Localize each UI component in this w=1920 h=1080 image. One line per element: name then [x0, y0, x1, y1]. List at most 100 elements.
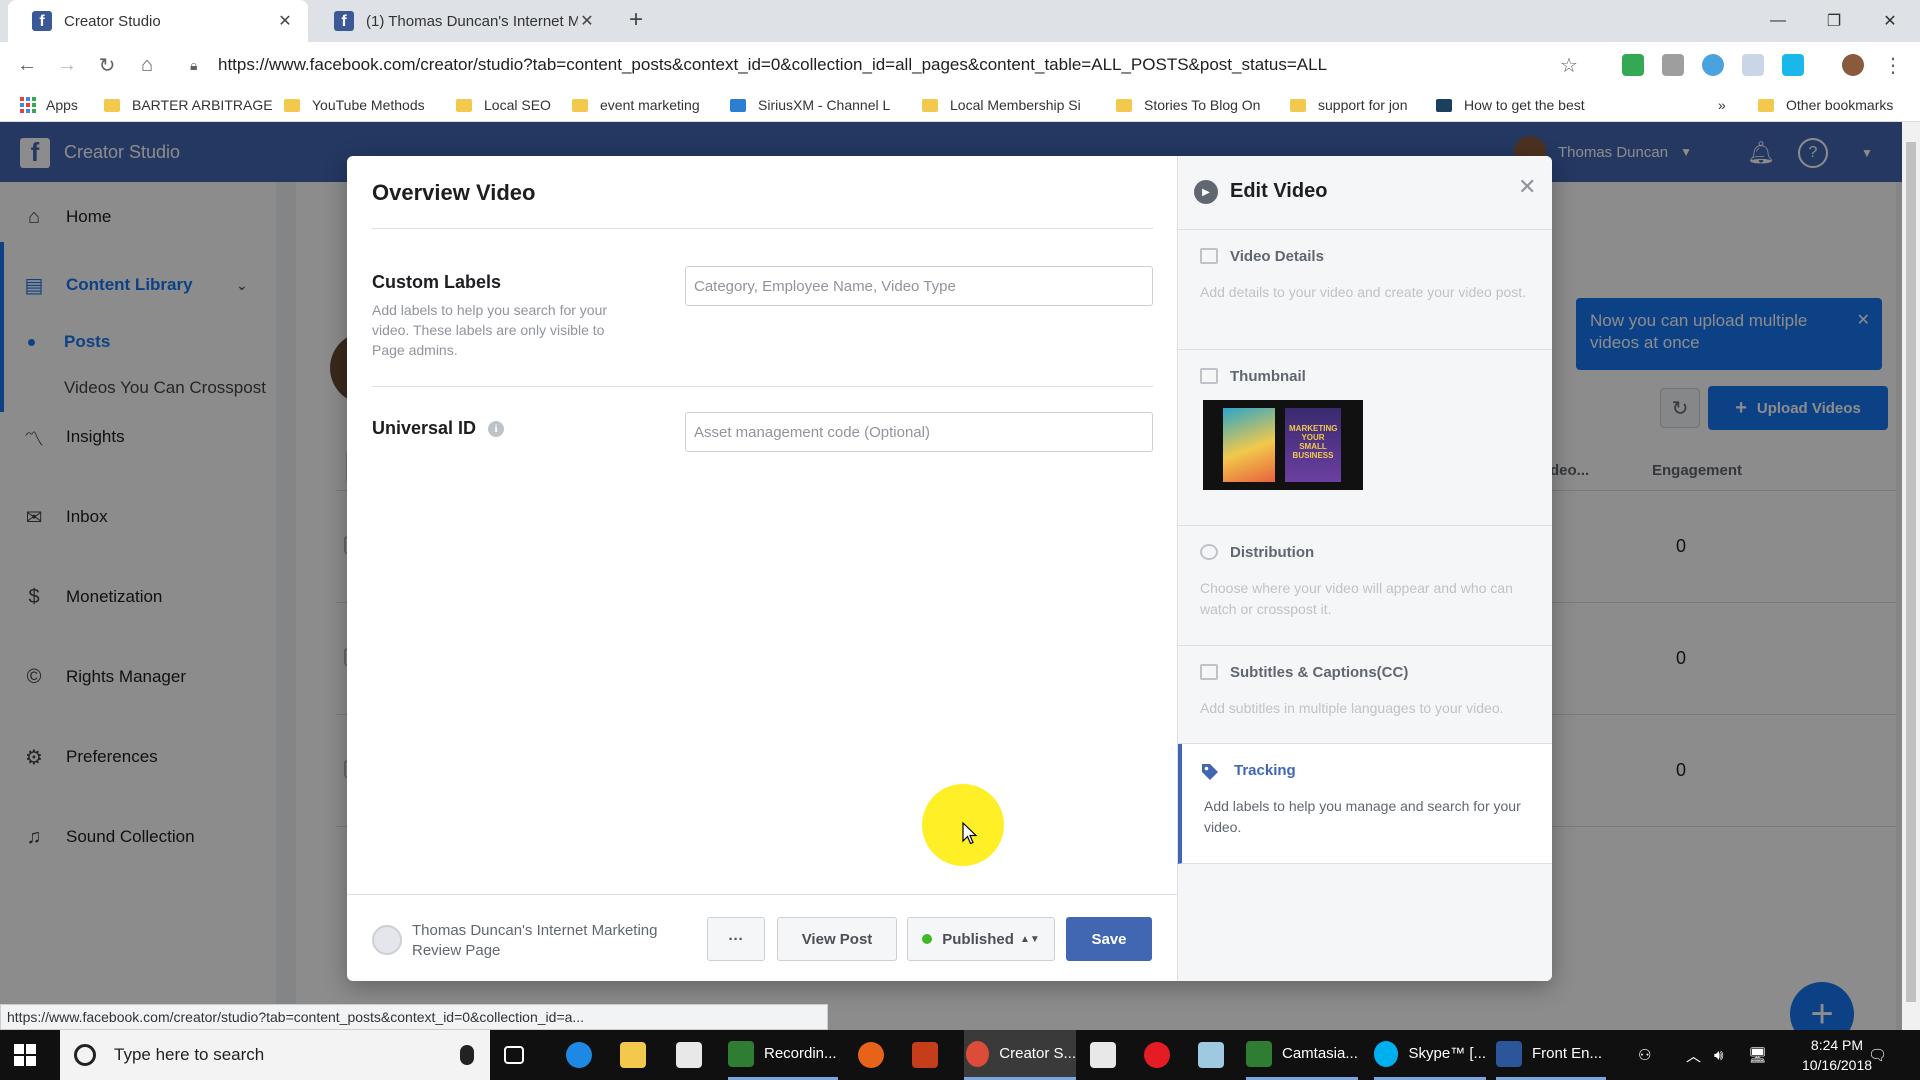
- site-favicon-icon: [1436, 98, 1452, 112]
- step-video-details[interactable]: Video Details Add details to your video …: [1178, 230, 1552, 350]
- step-distribution[interactable]: Distribution Choose where your video wil…: [1178, 526, 1552, 646]
- firefox-icon[interactable]: [858, 1030, 894, 1080]
- browser-tab-creator-studio[interactable]: f Creator Studio ✕: [8, 0, 308, 42]
- tray-chevron-icon[interactable]: ︿: [1686, 1030, 1701, 1080]
- step-description: Add labels to help you manage and search…: [1204, 798, 1521, 835]
- step-title: Distribution: [1230, 544, 1315, 561]
- opera-icon[interactable]: [1144, 1030, 1180, 1080]
- close-tab-icon[interactable]: ✕: [578, 11, 596, 31]
- modal-footer: Thomas Duncan's Internet Marketing Revie…: [347, 894, 1177, 981]
- page-scrollbar[interactable]: [1902, 122, 1920, 1030]
- close-window-button[interactable]: ✕: [1862, 0, 1918, 42]
- taskbar-search[interactable]: Type here to search: [60, 1030, 490, 1080]
- step-title: Subtitles & Captions(CC): [1230, 664, 1409, 681]
- scrollbar-thumb[interactable]: [1906, 142, 1916, 1002]
- taskbar-app-chrome[interactable]: Creator S...: [964, 1030, 1076, 1080]
- profile-avatar[interactable]: [1842, 54, 1864, 76]
- taskbar-app-label: Recordin...: [764, 1045, 837, 1062]
- address-bar[interactable]: 🔒︎ https://www.facebook.com/creator/stud…: [176, 48, 1594, 82]
- page-name: Thomas Duncan's Internet Marketing Revie…: [412, 922, 658, 959]
- publish-status-dropdown[interactable]: Published ▲▼: [907, 917, 1055, 961]
- facebook-favicon-icon: f: [334, 11, 354, 31]
- bookmark-folder[interactable]: YouTube Methods: [284, 94, 425, 116]
- tab-title: Creator Studio: [64, 12, 161, 30]
- bookmark-folder[interactable]: event marketing: [572, 94, 700, 116]
- bookmark-folder[interactable]: Local Membership Si: [922, 94, 1094, 116]
- minimize-window-button[interactable]: —: [1750, 0, 1806, 42]
- taskbar-app-label: Skype™ [...: [1408, 1045, 1486, 1062]
- page-avatar: [372, 925, 402, 955]
- close-tab-icon[interactable]: ✕: [276, 11, 294, 31]
- task-view-icon[interactable]: [504, 1030, 534, 1080]
- bookmarks-overflow-icon[interactable]: »: [1718, 94, 1726, 116]
- link-status-bar: https://www.facebook.com/creator/studio?…: [0, 1004, 828, 1030]
- powerpoint-icon[interactable]: [912, 1030, 948, 1080]
- restore-window-button[interactable]: ❐: [1806, 0, 1862, 42]
- taskbar-app-recording[interactable]: Recordin...: [728, 1030, 838, 1080]
- bookmark-folder[interactable]: Local SEO: [456, 94, 551, 116]
- more-options-button[interactable]: ···: [707, 917, 765, 961]
- onedrive-icon[interactable]: [1702, 54, 1724, 76]
- search-placeholder: Type here to search: [114, 1045, 265, 1064]
- divider: [372, 228, 1153, 229]
- extension-icon[interactable]: [1662, 54, 1684, 76]
- bookmark-label: Stories To Blog On: [1144, 97, 1261, 113]
- volume-icon[interactable]: 🔊︎: [1714, 1030, 1723, 1080]
- taskbar-app-label: Front En...: [1532, 1045, 1603, 1062]
- edit-video-title: Edit Video: [1230, 180, 1328, 202]
- taskbar-app-camtasia[interactable]: Camtasia...: [1246, 1030, 1358, 1080]
- universal-id-input[interactable]: [685, 412, 1153, 452]
- details-icon: [1200, 248, 1218, 264]
- bookmark-folder[interactable]: support for jon: [1290, 94, 1408, 116]
- network-icon[interactable]: 🖥︎: [1748, 1030, 1767, 1080]
- mail-icon[interactable]: [1090, 1030, 1126, 1080]
- step-subtitles[interactable]: Subtitles & Captions(CC) Add subtitles i…: [1178, 646, 1552, 744]
- folder-icon: [104, 98, 120, 112]
- thumbnail-preview[interactable]: MARKETING YOUR SMALL BUSINESS: [1203, 400, 1363, 490]
- file-explorer-icon[interactable]: [620, 1030, 656, 1080]
- skype-icon: [1374, 1040, 1399, 1067]
- bookmark-folder[interactable]: Stories To Blog On: [1116, 94, 1260, 116]
- reload-icon[interactable]: ↻: [92, 50, 122, 80]
- edge-icon[interactable]: [566, 1030, 602, 1080]
- microphone-icon[interactable]: [460, 1045, 474, 1065]
- image-icon: [1200, 368, 1218, 384]
- windows-start-icon[interactable]: [14, 1044, 36, 1066]
- bookmark-apps[interactable]: Apps: [20, 94, 78, 116]
- step-title: Video Details: [1230, 248, 1324, 265]
- new-tab-button[interactable]: +: [622, 6, 650, 34]
- home-icon[interactable]: ⌂: [132, 50, 162, 80]
- forward-icon[interactable]: →: [52, 50, 82, 80]
- edit-video-header: ▶ Edit Video ✕: [1178, 156, 1552, 230]
- bookmark-folder[interactable]: BARTER ARBITRAGE: [104, 94, 273, 116]
- facebook-favicon-icon: f: [32, 11, 52, 31]
- view-post-button[interactable]: View Post: [777, 917, 897, 961]
- bookmark-other[interactable]: Other bookmarks: [1758, 94, 1893, 116]
- store-icon[interactable]: [676, 1030, 712, 1080]
- url-text[interactable]: https://www.facebook.com/creator/studio?…: [218, 55, 1560, 75]
- extension-icon[interactable]: [1742, 54, 1764, 76]
- step-tracking[interactable]: Tracking Add labels to help you manage a…: [1178, 744, 1552, 864]
- action-center-icon[interactable]: 🗨︎: [1868, 1030, 1887, 1080]
- browser-tab-internet-marketing[interactable]: f (1) Thomas Duncan's Internet M ✕: [310, 0, 610, 42]
- browser-menu-icon[interactable]: ⋮: [1878, 50, 1908, 80]
- vimeo-icon[interactable]: [1782, 54, 1804, 76]
- info-icon[interactable]: i: [488, 420, 505, 437]
- save-button[interactable]: Save: [1066, 917, 1152, 961]
- step-title: Thumbnail: [1230, 368, 1306, 385]
- close-modal-icon[interactable]: ✕: [1518, 174, 1536, 200]
- bookmark-star-icon[interactable]: ☆: [1560, 53, 1584, 78]
- taskbar-app-word[interactable]: Front En...: [1496, 1030, 1606, 1080]
- siriusxm-icon: [730, 98, 746, 112]
- people-icon[interactable]: ⚇: [1638, 1030, 1651, 1080]
- bookmark-label: BARTER ARBITRAGE: [132, 97, 273, 113]
- step-title: Tracking: [1234, 762, 1296, 779]
- custom-labels-input[interactable]: [685, 266, 1153, 306]
- back-icon[interactable]: ←: [12, 50, 42, 80]
- bookmark-siriusxm[interactable]: SiriusXM - Channel L: [730, 94, 904, 116]
- extension-icon[interactable]: [1622, 54, 1644, 76]
- step-thumbnail[interactable]: Thumbnail MARKETING YOUR SMALL BUSINESS: [1178, 350, 1552, 526]
- notepad-icon[interactable]: [1198, 1030, 1234, 1080]
- taskbar-app-skype[interactable]: Skype™ [...: [1374, 1030, 1486, 1080]
- bookmark-link[interactable]: How to get the best: [1436, 94, 1606, 116]
